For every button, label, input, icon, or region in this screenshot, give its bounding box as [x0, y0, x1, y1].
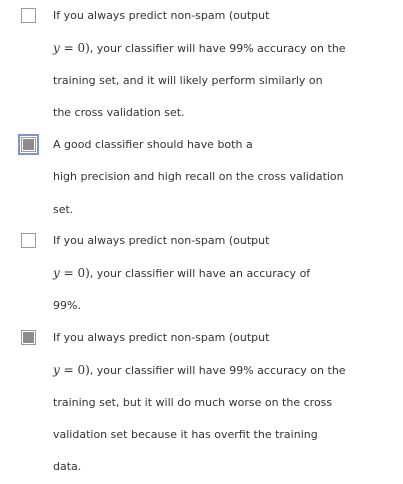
answer-text-line: set. [53, 202, 74, 216]
answer-text-line: y = 0), your classifier will have an acc… [53, 266, 310, 281]
math-expression: y = 0) [53, 41, 90, 55]
math-equals-value: = 0) [59, 266, 90, 281]
answer-text-line: If you always predict non-spam (output [53, 9, 270, 22]
answer-text-line: training set, and it will likely perform… [53, 73, 323, 87]
answer-checkbox-4[interactable] [21, 330, 36, 345]
math-expression: y = 0) [53, 363, 90, 377]
math-variable: y [53, 266, 60, 281]
math-variable: y [53, 41, 60, 56]
answer-text-line: 99%. [53, 298, 81, 312]
answer-text-line: validation set because it has overfit th… [53, 427, 318, 441]
answer-checkbox-1[interactable] [21, 8, 36, 23]
answer-checkbox-3[interactable] [21, 233, 36, 248]
answer-text-segment: , your classifier will have 99% accuracy… [89, 42, 346, 56]
answer-text-line: If you always predict non-spam (output [53, 331, 270, 344]
answer-text-line: training set, but it will do much worse … [53, 395, 333, 409]
answer-text-segment: , your classifier will have 99% accuracy… [89, 364, 346, 378]
answer-checkbox-2[interactable] [18, 134, 39, 155]
math-equals-value: = 0) [59, 363, 90, 378]
math-variable: y [53, 363, 60, 378]
answer-text-line: If you always predict non-spam (output [53, 234, 270, 247]
answer-text-line: high precision and high recall on the cr… [53, 170, 344, 184]
math-equals-value: = 0) [59, 41, 90, 56]
answer-text-line: y = 0), your classifier will have 99% ac… [53, 363, 346, 378]
checkbox-checkmark-fill [23, 332, 34, 343]
math-expression: y = 0) [53, 266, 90, 280]
answer-text-line: the cross validation set. [53, 105, 185, 119]
answer-text-line: data. [53, 460, 82, 474]
answer-text-line: y = 0), your classifier will have 99% ac… [53, 41, 346, 56]
checkbox-checkmark-fill [23, 139, 34, 150]
answer-text-line: A good classifier should have both a [53, 138, 253, 151]
answer-text-segment: , your classifier will have an accuracy … [89, 267, 311, 281]
